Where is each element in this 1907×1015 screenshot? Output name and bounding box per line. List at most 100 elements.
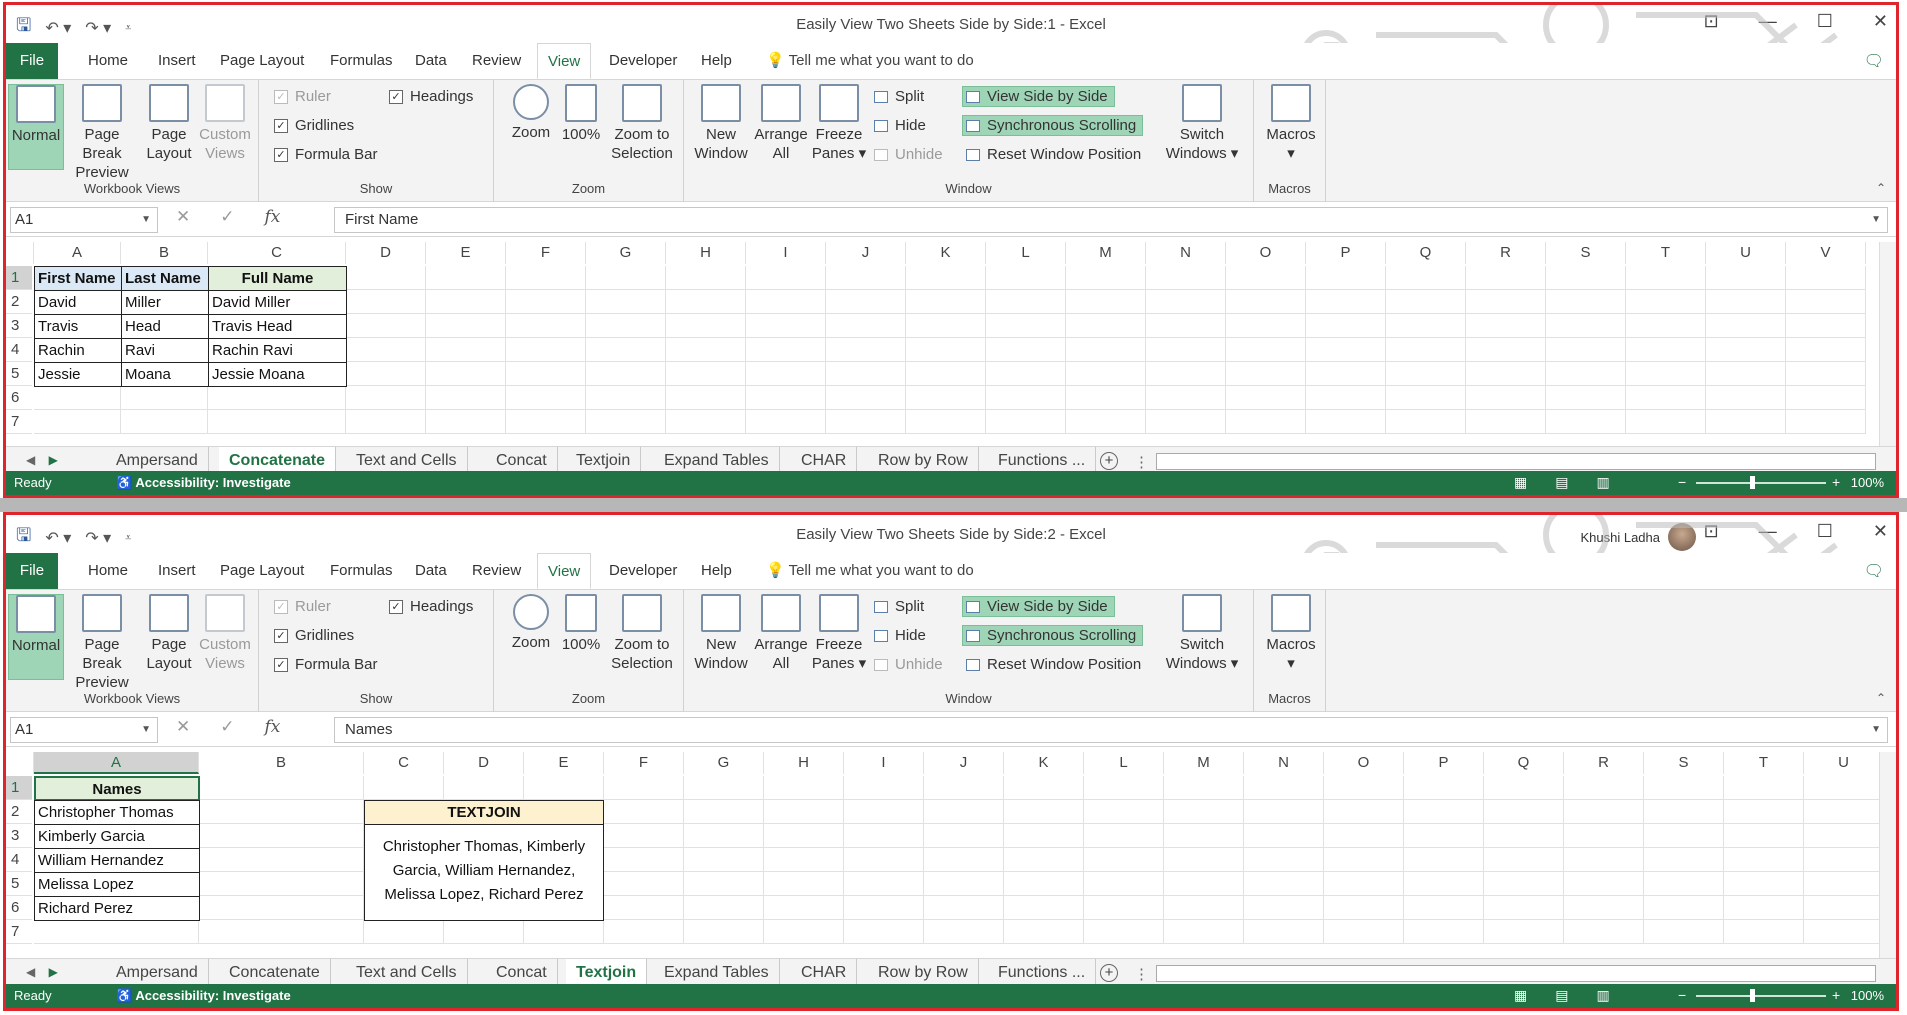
zoom-slider[interactable] [1696, 995, 1826, 997]
formula-input[interactable]: First Name ▼ [334, 207, 1888, 233]
row-header[interactable]: 2 [6, 290, 32, 314]
table-cell[interactable]: David Miller [208, 290, 347, 315]
column-header[interactable]: A [34, 242, 121, 264]
column-header[interactable]: O [1324, 752, 1404, 774]
new-window-button[interactable]: New Window [692, 84, 750, 163]
tab-view[interactable]: View [537, 553, 592, 589]
row-header[interactable]: 2 [6, 800, 32, 824]
page-break-preview-button[interactable]: Page Break Preview [66, 84, 138, 182]
enter-icon[interactable]: ✓ [220, 207, 234, 227]
close-icon[interactable]: ✕ [1873, 11, 1888, 32]
column-header[interactable]: H [764, 752, 844, 774]
reset-window-position-button[interactable]: Reset Window Position [966, 146, 1141, 163]
freeze-panes-button[interactable]: Freeze Panes ▾ [810, 84, 868, 163]
collapse-ribbon-icon[interactable]: ⌃ [1876, 691, 1886, 705]
column-header[interactable]: O [1226, 242, 1306, 264]
arrange-all-button[interactable]: Arrange All [752, 594, 810, 673]
column-header[interactable]: K [906, 242, 986, 264]
tab-home[interactable]: Home [78, 43, 138, 79]
comments-icon[interactable]: 🗨 [1864, 561, 1884, 581]
tab-file[interactable]: File [6, 553, 58, 589]
synchronous-scrolling-button[interactable]: Synchronous Scrolling [962, 115, 1144, 136]
zoom-in-icon[interactable]: + [1832, 474, 1840, 490]
column-header[interactable]: V [1786, 242, 1866, 264]
synchronous-scrolling-button[interactable]: Synchronous Scrolling [962, 625, 1144, 646]
tab-page-layout[interactable]: Page Layout [210, 43, 314, 79]
row-header[interactable]: 6 [6, 896, 32, 920]
column-header[interactable]: J [826, 242, 906, 264]
vertical-scrollbar[interactable] [1879, 242, 1896, 446]
table-cell[interactable]: David [34, 290, 122, 315]
add-sheet-icon[interactable]: + [1100, 964, 1118, 982]
minimize-icon[interactable]: — [1759, 11, 1777, 32]
table-cell[interactable]: Travis [34, 314, 122, 339]
names-cell[interactable]: Richard Perez [34, 896, 200, 921]
reset-window-position-button[interactable]: Reset Window Position [966, 656, 1141, 673]
switch-windows-button[interactable]: Switch Windows ▾ [1162, 84, 1242, 163]
column-header[interactable]: E [524, 752, 604, 774]
column-header[interactable]: H [666, 242, 746, 264]
table-cell[interactable]: Moana [121, 362, 209, 387]
zoom-button[interactable]: Zoom [506, 594, 556, 652]
table-cell[interactable]: Ravi [121, 338, 209, 363]
column-header[interactable]: I [844, 752, 924, 774]
column-header[interactable]: D [444, 752, 524, 774]
ribbon-display-icon[interactable]: ⊡ [1704, 11, 1719, 32]
cancel-icon[interactable]: ✕ [176, 207, 190, 227]
freeze-panes-button[interactable]: Freeze Panes ▾ [810, 594, 868, 673]
row-header[interactable]: 7 [6, 410, 32, 434]
column-header[interactable]: F [604, 752, 684, 774]
tab-page-layout[interactable]: Page Layout [210, 553, 314, 589]
row-header[interactable]: 7 [6, 920, 32, 944]
maximize-icon[interactable]: ☐ [1817, 521, 1833, 542]
accessibility-status[interactable]: ♿ Accessibility: Investigate [116, 475, 291, 491]
row-header[interactable]: 6 [6, 386, 32, 410]
view-side-by-side-button[interactable]: View Side by Side [962, 86, 1115, 107]
column-header[interactable]: N [1146, 242, 1226, 264]
column-header[interactable]: P [1306, 242, 1386, 264]
tab-review[interactable]: Review [462, 43, 531, 79]
page-layout-view-button[interactable]: Page Layout [144, 594, 194, 673]
table-header-cell[interactable]: Full Name [208, 266, 347, 291]
row-header[interactable]: 5 [6, 362, 32, 386]
cancel-icon[interactable]: ✕ [176, 717, 190, 737]
column-header[interactable]: A [34, 752, 199, 774]
zoom-to-selection-button[interactable]: Zoom to Selection [606, 84, 678, 163]
tab-data[interactable]: Data [405, 43, 457, 79]
tab-formulas[interactable]: Formulas [320, 43, 403, 79]
tab-help[interactable]: Help [691, 43, 742, 79]
name-box[interactable]: A1 ▼ [10, 207, 158, 233]
column-header[interactable]: I [746, 242, 826, 264]
column-header[interactable]: S [1546, 242, 1626, 264]
column-header[interactable]: B [199, 752, 364, 774]
names-cell[interactable]: Melissa Lopez [34, 872, 200, 897]
normal-view-button[interactable]: Normal [8, 84, 64, 170]
column-header[interactable]: Q [1484, 752, 1564, 774]
table-cell[interactable]: Travis Head [208, 314, 347, 339]
column-header[interactable]: L [986, 242, 1066, 264]
column-header[interactable]: Q [1386, 242, 1466, 264]
normal-view-button[interactable]: Normal [8, 594, 64, 680]
sheet-nav-arrows[interactable]: ◀ ▶ [26, 965, 58, 979]
zoom-out-icon[interactable]: − [1678, 474, 1686, 490]
names-cell[interactable]: Christopher Thomas [34, 800, 200, 825]
view-side-by-side-button[interactable]: View Side by Side [962, 596, 1115, 617]
split-button[interactable]: Split [874, 88, 924, 105]
arrange-all-button[interactable]: Arrange All [752, 84, 810, 163]
tell-me-box[interactable]: 💡 Tell me what you want to do [766, 43, 974, 79]
tab-review[interactable]: Review [462, 553, 531, 589]
zoom-100-button[interactable]: 100% [560, 84, 602, 144]
accessibility-status[interactable]: ♿ Accessibility: Investigate [116, 988, 291, 1004]
maximize-icon[interactable]: ☐ [1817, 11, 1833, 32]
column-header[interactable]: N [1244, 752, 1324, 774]
page-layout-icon[interactable]: ▤ [1555, 474, 1568, 491]
headings-checkbox[interactable]: ✓ Headings [389, 598, 473, 615]
zoom-100-button[interactable]: 100% [560, 594, 602, 654]
collapse-ribbon-icon[interactable]: ⌃ [1876, 181, 1886, 195]
zoom-level[interactable]: 100% [1851, 988, 1884, 1003]
tab-home[interactable]: Home [78, 553, 138, 589]
tab-insert[interactable]: Insert [148, 553, 206, 589]
column-header[interactable]: F [506, 242, 586, 264]
zoom-slider-knob[interactable] [1750, 989, 1755, 1002]
column-header[interactable]: S [1644, 752, 1724, 774]
